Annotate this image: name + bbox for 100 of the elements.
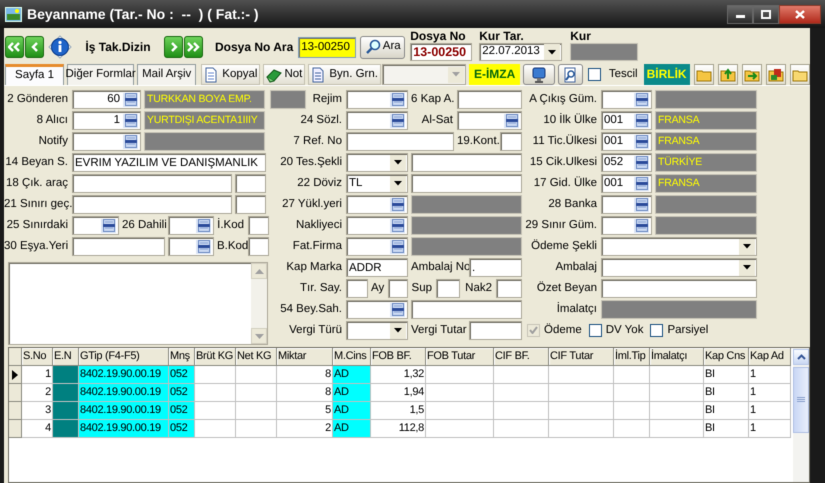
- lookup-button[interactable]: [633, 154, 650, 170]
- column-header[interactable]: Kap Ad: [749, 348, 791, 366]
- lookup-button[interactable]: [122, 134, 139, 150]
- column-header[interactable]: Mnş: [169, 348, 195, 366]
- column-header[interactable]: CIF BF.: [494, 348, 549, 366]
- dropdown-field[interactable]: [601, 237, 757, 256]
- toolbar-button[interactable]: Kopyal: [201, 64, 260, 85]
- lookup-field[interactable]: [168, 237, 214, 256]
- text-field[interactable]: [72, 195, 232, 214]
- column-header[interactable]: FOB Tutar: [426, 348, 494, 366]
- text-field[interactable]: [248, 237, 269, 256]
- lookup-button[interactable]: [389, 112, 406, 128]
- folder-button[interactable]: [742, 64, 762, 85]
- lookup-button[interactable]: [633, 196, 650, 212]
- lookup-field[interactable]: [346, 216, 408, 235]
- text-field[interactable]: [248, 216, 269, 235]
- lookup-field[interactable]: [457, 111, 522, 130]
- lookup-field[interactable]: [601, 195, 652, 214]
- lookup-button[interactable]: [100, 218, 117, 234]
- lookup-button[interactable]: [389, 218, 406, 234]
- lookup-field[interactable]: 001: [601, 132, 652, 151]
- last-button[interactable]: [184, 36, 203, 58]
- text-field[interactable]: [457, 90, 522, 109]
- lookup-field[interactable]: 001: [601, 111, 652, 130]
- checkbox[interactable]: [650, 324, 664, 337]
- dropdown-field[interactable]: TL: [346, 174, 408, 193]
- column-header[interactable]: S.No: [22, 348, 53, 366]
- dropdown-button[interactable]: [390, 154, 406, 170]
- column-header[interactable]: GTip (F4-F5): [79, 348, 169, 366]
- lookup-button[interactable]: [633, 92, 650, 108]
- lookup-field[interactable]: 1: [72, 111, 141, 130]
- tab[interactable]: Mail Arşiv: [137, 64, 196, 85]
- previous-button[interactable]: [25, 36, 44, 58]
- text-field[interactable]: [346, 279, 368, 298]
- minimize-button[interactable]: [727, 4, 753, 24]
- preview-button[interactable]: [558, 64, 583, 85]
- text-field[interactable]: [235, 195, 266, 214]
- close-button[interactable]: [779, 4, 821, 24]
- lookup-button[interactable]: [503, 112, 520, 128]
- folder-button[interactable]: [790, 64, 810, 85]
- text-field[interactable]: [436, 279, 460, 298]
- dropdown-button[interactable]: [739, 238, 755, 254]
- text-field[interactable]: [235, 174, 266, 193]
- lookup-button[interactable]: [389, 302, 406, 318]
- column-header[interactable]: M.Cins: [333, 348, 371, 366]
- tab[interactable]: Sayfa 1: [5, 64, 64, 85]
- lookup-button[interactable]: [389, 238, 406, 254]
- text-field[interactable]: [469, 321, 522, 340]
- text-field[interactable]: .: [469, 258, 522, 277]
- lookup-field[interactable]: [346, 111, 408, 130]
- maximize-button[interactable]: [753, 4, 779, 24]
- text-field[interactable]: [388, 279, 408, 298]
- text-field[interactable]: [496, 279, 522, 298]
- toolbar-button[interactable]: Byn. Grn.: [308, 64, 381, 85]
- lookup-button[interactable]: [633, 134, 650, 150]
- folder-button[interactable]: [718, 64, 738, 85]
- lookup-button[interactable]: [195, 218, 212, 234]
- search-field[interactable]: 13-00250: [298, 36, 356, 58]
- text-field[interactable]: [411, 153, 522, 172]
- first-button[interactable]: [5, 36, 24, 58]
- dropdown-button[interactable]: [390, 176, 406, 192]
- text-field[interactable]: ADDR: [346, 258, 408, 277]
- lookup-field[interactable]: [346, 195, 408, 214]
- text-field[interactable]: [72, 174, 232, 193]
- lookup-field[interactable]: [72, 132, 141, 151]
- notes-field[interactable]: [8, 262, 268, 345]
- next-button[interactable]: [164, 36, 183, 58]
- column-header[interactable]: Miktar: [277, 348, 333, 366]
- lookup-button[interactable]: [633, 112, 650, 128]
- lookup-button[interactable]: [195, 238, 212, 254]
- lookup-button[interactable]: [633, 176, 650, 192]
- scrollbar[interactable]: [251, 263, 267, 344]
- search-button[interactable]: Ara: [360, 36, 406, 58]
- folder-button[interactable]: [766, 64, 786, 85]
- lookup-field[interactable]: 60: [72, 90, 141, 109]
- folder-button[interactable]: [694, 64, 714, 85]
- info-button[interactable]: [48, 35, 72, 59]
- checkbox[interactable]: [588, 68, 601, 81]
- column-header[interactable]: Brüt KG: [195, 348, 236, 366]
- lookup-field[interactable]: [346, 300, 408, 319]
- column-header[interactable]: İmalatçı: [650, 348, 704, 366]
- lookup-field[interactable]: [601, 90, 652, 109]
- dropdown-button[interactable]: [390, 322, 406, 338]
- column-header[interactable]: Kap Cns: [704, 348, 749, 366]
- date-dropdown[interactable]: 22.07.2013: [479, 43, 562, 62]
- column-header[interactable]: Net KG: [236, 348, 277, 366]
- text-field[interactable]: [601, 279, 757, 298]
- dropdown-button[interactable]: [739, 260, 755, 276]
- text-field[interactable]: [72, 237, 165, 256]
- text-field[interactable]: [500, 132, 522, 151]
- lookup-field[interactable]: [346, 90, 408, 109]
- text-field[interactable]: [411, 300, 522, 319]
- lookup-field[interactable]: [168, 216, 214, 235]
- lookup-field[interactable]: [72, 216, 119, 235]
- dropdown-field[interactable]: [346, 153, 408, 172]
- checkbox[interactable]: [588, 324, 602, 337]
- lookup-button[interactable]: [122, 92, 139, 108]
- toolbar-button[interactable]: Not: [263, 64, 306, 85]
- lookup-button[interactable]: [389, 196, 406, 212]
- text-field[interactable]: [411, 174, 522, 193]
